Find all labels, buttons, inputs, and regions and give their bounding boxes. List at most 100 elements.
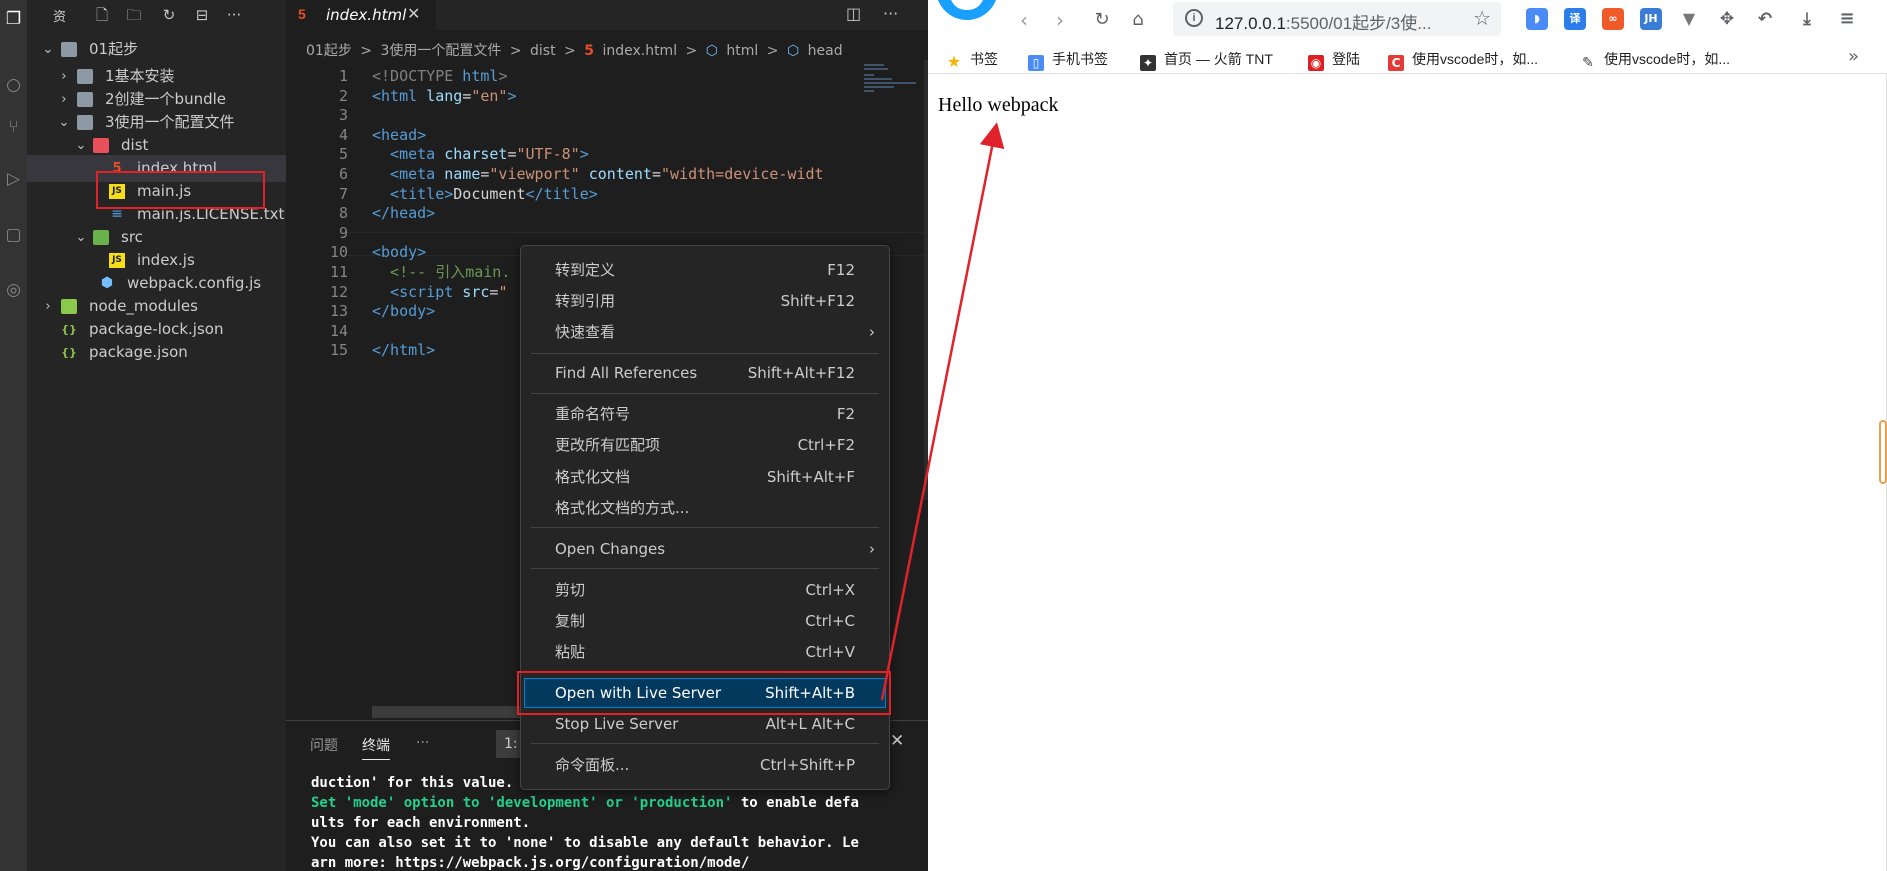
bookmark-item[interactable]: ✎ 使用vscode时，如...	[1580, 48, 1730, 71]
refresh-icon[interactable]: ↻	[158, 4, 180, 26]
extension-loop-icon[interactable]: ∞	[1602, 8, 1624, 30]
menu-item-go-to-references[interactable]: 转到引用 Shift+F12	[525, 287, 885, 315]
breadcrumb-item[interactable]: head	[808, 43, 843, 59]
menu-item-paste[interactable]: 粘贴 Ctrl+V	[525, 638, 885, 666]
split-editor-icon[interactable]: ◫	[846, 4, 861, 23]
html-file-icon: 5	[584, 43, 594, 59]
menu-item-open-changes[interactable]: Open Changes ›	[525, 535, 885, 563]
browser-toolbar: ‹ › ↻ ⌂ i 127.0.0.1:5500/01起步/3使... ☆ ◗ …	[928, 0, 1887, 40]
site-info-icon[interactable]: i	[1185, 9, 1203, 27]
extensions-icon[interactable]: ▢	[0, 220, 27, 250]
folder-icon	[61, 42, 77, 57]
extension-jh-icon[interactable]: JH	[1640, 8, 1662, 30]
more-actions-icon[interactable]: ···	[223, 4, 245, 26]
explorer-title: 资	[53, 10, 67, 25]
page-scrollbar-thumb[interactable]	[1879, 420, 1887, 484]
tab-terminal[interactable]: 终端	[362, 735, 390, 755]
explorer-icon[interactable]: ❐	[0, 4, 27, 34]
bookmark-item[interactable]: ◉ 登陆	[1308, 48, 1360, 71]
explorer-toolbar: 资 🗋 🗀 ↻ ⊟ ···	[27, 0, 286, 28]
new-folder-icon[interactable]: 🗀	[123, 4, 145, 26]
menu-item-change-all[interactable]: 更改所有匹配项 Ctrl+F2	[525, 431, 885, 459]
csdn-icon: C	[1388, 55, 1404, 71]
tree-label: 01起步	[89, 40, 139, 58]
line-number: 15	[329, 341, 348, 360]
menu-item-find-all-references[interactable]: Find All References Shift+Alt+F12	[525, 359, 885, 387]
tree-folder-01[interactable]: ⌄ 01起步	[27, 36, 286, 63]
close-icon[interactable]: ✕	[407, 4, 420, 24]
html-file-icon: 5	[298, 6, 306, 22]
menu-item-peek[interactable]: 快速查看 ›	[525, 318, 885, 346]
annotation-box-live-server	[517, 671, 891, 715]
run-debug-icon[interactable]: ▷	[0, 164, 27, 194]
forward-icon[interactable]: ›	[1046, 6, 1074, 34]
code-line-13: </body>	[372, 302, 436, 321]
tab-problems[interactable]: 问题	[310, 735, 338, 755]
bookmark-item[interactable]: ✦ 首页 — 火箭 TNT	[1140, 48, 1273, 71]
tab-index-html[interactable]: 5 index.html ✕	[286, 0, 436, 30]
collapse-all-icon[interactable]: ⊟	[191, 4, 213, 26]
json-file-icon: {}	[61, 323, 77, 336]
bookmarks-bar: ★ 书签 ▯ 手机书签 ✦ 首页 — 火箭 TNT ◉ 登陆 C 使用vscode时，如.…	[928, 44, 1887, 74]
menu-item-go-to-definition[interactable]: 转到定义 F12	[525, 256, 885, 284]
bookmark-page-icon: ✎	[1582, 55, 1594, 71]
home-icon[interactable]: ⌂	[1124, 6, 1152, 34]
terminal-line: duction' for this value.	[311, 775, 514, 791]
terminal-line: ults for each environment.	[311, 815, 531, 831]
bookmark-item[interactable]: ★ 书签	[946, 48, 998, 70]
breadcrumb-item[interactable]: html	[726, 43, 758, 59]
extensions-puzzle-icon[interactable]: ✥	[1716, 8, 1738, 30]
back-icon[interactable]: ‹	[1010, 6, 1038, 34]
tab-label: index.html	[326, 6, 407, 24]
new-file-icon[interactable]: 🗋	[91, 4, 113, 26]
remote-icon[interactable]: ◎	[0, 275, 27, 305]
bookmark-item[interactable]: ▯ 手机书签	[1028, 48, 1108, 71]
explorer-sidebar: 资 🗋 🗀 ↻ ⊟ ··· ⌄ 01起步 › 1基本安装 › 2创建一个bund…	[27, 0, 286, 871]
breadcrumb-item[interactable]: dist	[530, 43, 556, 59]
menu-item-rename-symbol[interactable]: 重命名符号 F2	[525, 400, 885, 428]
panel-more-icon[interactable]: ···	[416, 735, 429, 751]
folder-icon	[77, 69, 93, 84]
menu-separator	[531, 743, 879, 744]
folder-node-icon	[61, 299, 77, 314]
url-text: 127.0.0.1:5500/01起步/3使...	[1215, 14, 1432, 33]
folder-icon	[77, 115, 93, 130]
bookmarks-more-icon[interactable]: »	[1848, 46, 1859, 67]
download-icon[interactable]: ⤓	[1796, 8, 1818, 30]
menu-item-command-palette[interactable]: 命令面板... Ctrl+Shift+P	[525, 751, 885, 779]
menu-item-format-document-with[interactable]: 格式化文档的方式...	[525, 494, 885, 522]
browser-window: ‹ › ↻ ⌂ i 127.0.0.1:5500/01起步/3使... ☆ ◗ …	[928, 0, 1887, 871]
extension-shield-icon[interactable]: ◗	[1526, 8, 1548, 30]
search-icon[interactable]: ○	[0, 70, 27, 100]
weibo-icon: ◉	[1308, 55, 1324, 71]
code-line-15: </html>	[372, 341, 436, 360]
vscode-window: ❐ ○ ⑂ ▷ ▢ ◎ 资 🗋 🗀 ↻ ⊟ ··· ⌄ 01起步 › 1基本安装…	[0, 0, 928, 871]
menu-item-cut[interactable]: 剪切 Ctrl+X	[525, 576, 885, 604]
extension-translate-icon[interactable]: 译	[1564, 8, 1586, 30]
bookmark-star-icon[interactable]: ☆	[1473, 6, 1491, 30]
chevron-right-icon: ›	[869, 323, 875, 341]
breadcrumb-separator: >	[509, 43, 522, 59]
terminal-line: You can also set it to 'none' to disable…	[311, 835, 859, 851]
source-control-icon[interactable]: ⑂	[0, 112, 27, 142]
breadcrumb-separator: >	[766, 43, 779, 59]
bookmark-item[interactable]: C 使用vscode时，如...	[1388, 48, 1538, 71]
menu-icon[interactable]: ≡	[1836, 8, 1858, 30]
breadcrumb-item[interactable]: 01起步	[306, 43, 352, 59]
extension-v-icon[interactable]: ▼	[1678, 8, 1700, 30]
tree-label: package.json	[89, 343, 188, 361]
menu-item-copy[interactable]: 复制 Ctrl+C	[525, 607, 885, 635]
breadcrumb-item[interactable]: index.html	[602, 43, 677, 59]
more-actions-icon[interactable]: ···	[883, 4, 898, 23]
menu-separator	[531, 393, 879, 394]
undo-icon[interactable]: ↶	[1754, 8, 1776, 30]
code-line-8: </head>	[372, 204, 436, 223]
json-file-icon: {}	[61, 346, 77, 359]
tree-file-package-json[interactable]: {} package.json	[27, 339, 286, 366]
menu-item-format-document[interactable]: 格式化文档 Shift+Alt+F	[525, 463, 885, 491]
close-icon[interactable]: ✕	[890, 731, 904, 751]
menu-separator	[531, 353, 879, 354]
address-bar[interactable]: i 127.0.0.1:5500/01起步/3使... ☆	[1173, 2, 1501, 36]
reload-icon[interactable]: ↻	[1088, 6, 1116, 34]
breadcrumb-item[interactable]: 3使用一个配置文件	[380, 43, 501, 59]
